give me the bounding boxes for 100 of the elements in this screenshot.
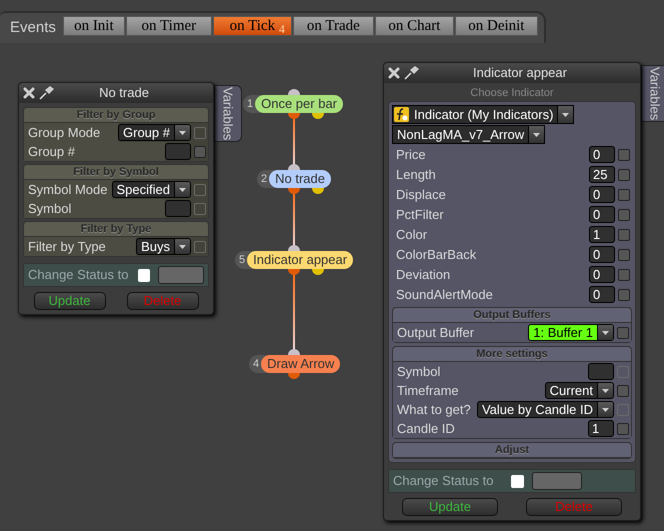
- field-label: Symbol: [397, 362, 440, 381]
- field-label: Color: [396, 226, 428, 244]
- input-field[interactable]: 0: [589, 246, 615, 263]
- secondary-port[interactable]: [312, 269, 324, 275]
- field-label: Symbol: [28, 200, 72, 218]
- input-port[interactable]: [288, 89, 300, 95]
- section-heading: More settings: [393, 347, 631, 362]
- input-field[interactable]: 0: [589, 206, 615, 223]
- field-label: Group #: [28, 142, 75, 161]
- checkbox[interactable]: [618, 288, 630, 300]
- checkbox[interactable]: [618, 168, 630, 180]
- event-tab[interactable]: on Init: [62, 16, 125, 36]
- input-field[interactable]: 1: [588, 420, 614, 437]
- section-heading: Filter by Group: [24, 108, 208, 123]
- dropdown[interactable]: Group #: [118, 124, 191, 141]
- field-label: Length: [396, 166, 436, 184]
- checkbox[interactable]: [194, 146, 206, 158]
- node-label[interactable]: No trade: [269, 170, 331, 188]
- input-field[interactable]: 0: [589, 146, 615, 163]
- panel-title: Indicator appear: [472, 64, 568, 82]
- field-label: Candle ID: [397, 420, 455, 438]
- dropdown[interactable]: Current: [544, 382, 614, 399]
- output-port[interactable]: [288, 188, 300, 194]
- field-label: Displace: [396, 186, 446, 204]
- node-label[interactable]: Indicator appear: [247, 251, 354, 269]
- input-field[interactable]: 1: [589, 226, 615, 243]
- events-label: Events: [10, 18, 56, 38]
- pin-icon[interactable]: [39, 86, 55, 100]
- dropdown[interactable]: Buys: [136, 238, 191, 255]
- dropdown[interactable]: Value by Candle ID: [476, 401, 614, 418]
- variables-tab[interactable]: Variables: [214, 85, 242, 142]
- caret-icon: [602, 408, 609, 412]
- checkbox[interactable]: [618, 148, 630, 160]
- output-port[interactable]: [288, 269, 300, 275]
- field-label: PctFilter: [396, 206, 444, 224]
- checkbox[interactable]: [618, 208, 630, 220]
- caret-icon: [533, 132, 540, 136]
- node-label[interactable]: Once per bar: [255, 95, 343, 113]
- caret-icon: [179, 130, 186, 134]
- variables-tab[interactable]: Variables: [641, 65, 664, 122]
- event-tab[interactable]: on Deinit: [454, 16, 538, 36]
- checkbox[interactable]: [194, 240, 206, 252]
- input-field[interactable]: 0: [589, 266, 615, 283]
- event-tab[interactable]: on Chart: [374, 16, 454, 36]
- close-icon[interactable]: [388, 67, 400, 79]
- event-tab[interactable]: on Tick 4: [212, 16, 292, 36]
- panel-title: No trade: [98, 84, 150, 102]
- pin-icon[interactable]: [404, 66, 420, 80]
- input-field[interactable]: [588, 363, 614, 380]
- checkbox[interactable]: [617, 422, 629, 434]
- status-field[interactable]: [158, 266, 204, 284]
- checkbox[interactable]: [617, 326, 629, 338]
- status-label: Change Status to: [28, 266, 130, 284]
- panel-button[interactable]: Update: [402, 498, 498, 516]
- field-label: What to get?: [397, 400, 471, 419]
- input-field[interactable]: [165, 143, 191, 160]
- caret-icon: [562, 112, 570, 116]
- event-tab[interactable]: on Trade: [292, 16, 374, 36]
- checkbox[interactable]: [618, 268, 630, 280]
- checkbox[interactable]: [138, 268, 150, 282]
- section-heading: Output Buffers: [393, 308, 631, 323]
- field-label: ColorBarBack: [396, 246, 476, 264]
- output-port[interactable]: [288, 113, 300, 119]
- secondary-port[interactable]: [312, 113, 324, 119]
- caret-icon: [179, 244, 186, 248]
- checkbox[interactable]: [194, 126, 206, 138]
- checkbox[interactable]: [617, 384, 629, 396]
- section-heading: Adjust: [393, 443, 631, 458]
- input-field[interactable]: 0: [589, 286, 615, 303]
- event-tab[interactable]: on Timer: [126, 16, 212, 36]
- dropdown[interactable]: Specified: [112, 181, 191, 198]
- checkbox[interactable]: [194, 184, 206, 196]
- close-icon[interactable]: [23, 87, 35, 99]
- checkbox[interactable]: [194, 202, 206, 214]
- checkbox[interactable]: [618, 188, 630, 200]
- panel-button[interactable]: Update: [34, 292, 106, 310]
- input-field[interactable]: 25: [589, 166, 615, 183]
- secondary-port[interactable]: [312, 188, 324, 194]
- field-label: Output Buffer: [397, 324, 474, 342]
- dropdown[interactable]: Indicator (My Indicators): [392, 105, 574, 124]
- section-heading: Filter by Type: [24, 222, 208, 237]
- function-icon: [394, 107, 409, 122]
- checkbox[interactable]: [618, 228, 630, 240]
- input-port[interactable]: [288, 349, 300, 355]
- checkbox[interactable]: [618, 248, 630, 260]
- field-label: SoundAlertMode: [396, 286, 493, 304]
- input-field[interactable]: [165, 200, 191, 217]
- checkbox[interactable]: [511, 474, 524, 488]
- node-label[interactable]: Draw Arrow: [261, 355, 340, 373]
- input-port[interactable]: [288, 164, 300, 170]
- input-port[interactable]: [288, 245, 300, 251]
- output-port[interactable]: [288, 373, 300, 379]
- field-label: Timeframe: [397, 382, 459, 400]
- field-label: Deviation: [396, 266, 450, 284]
- section-heading: Choose Indicator: [469, 87, 555, 99]
- caret-icon: [602, 330, 609, 334]
- input-field[interactable]: 0: [589, 186, 615, 203]
- dropdown[interactable]: NonLagMA_v7_Arrow: [392, 125, 546, 144]
- status-field[interactable]: [532, 472, 582, 490]
- dropdown[interactable]: 1: Buffer 1: [528, 324, 614, 341]
